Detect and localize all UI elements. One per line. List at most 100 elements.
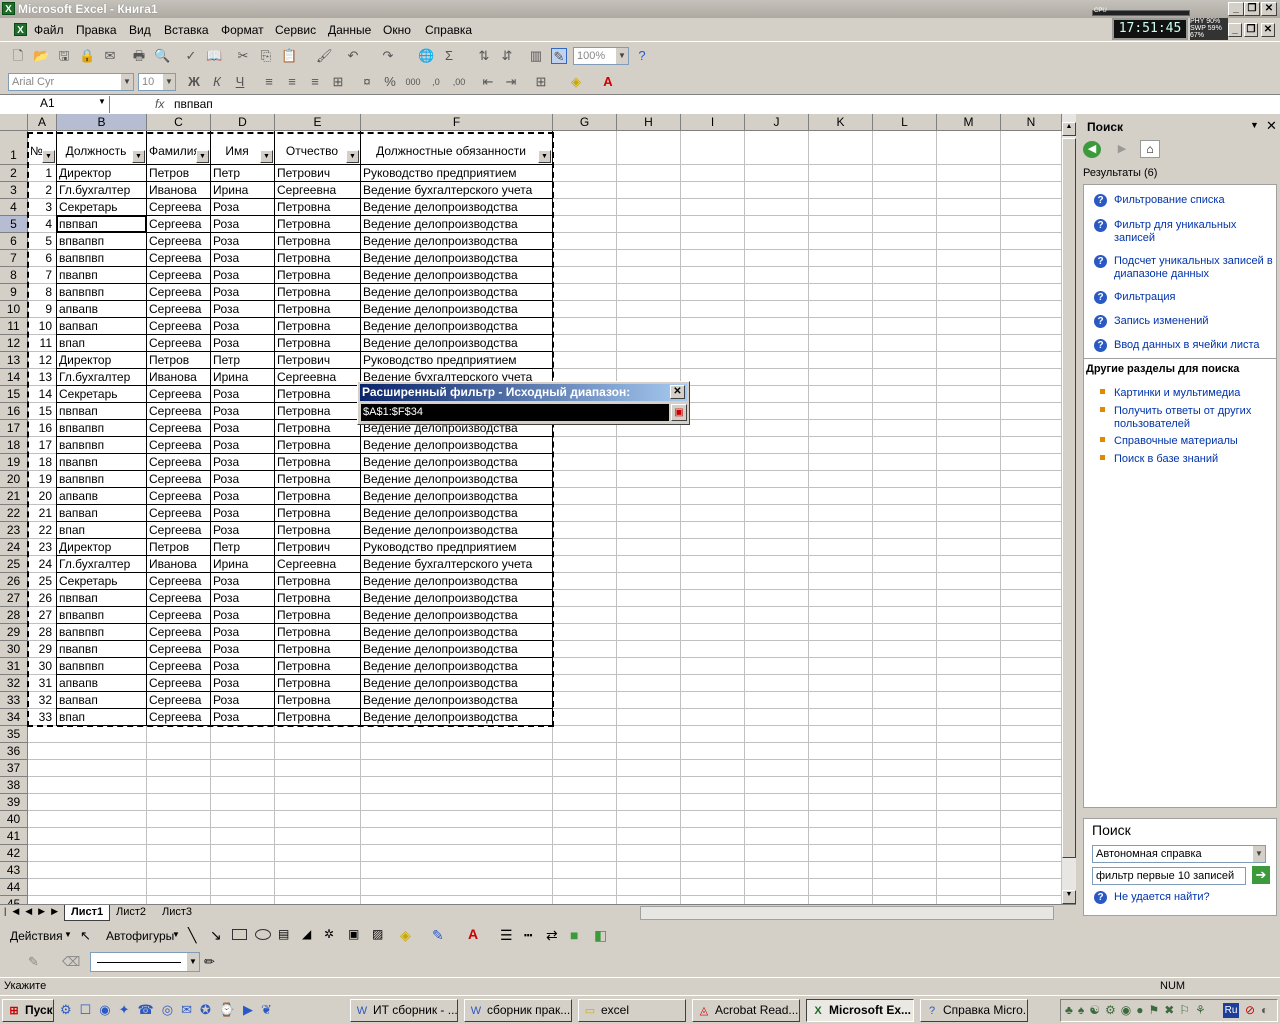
select-all-corner[interactable] (0, 114, 28, 131)
redo-icon[interactable]: ↷ (380, 48, 396, 64)
menu-format[interactable]: Формат (221, 23, 264, 37)
taskbar-item-3[interactable]: ▭ excel (578, 999, 686, 1022)
row-header[interactable]: 26 (0, 573, 28, 590)
row-header[interactable]: 28 (0, 607, 28, 624)
row-header[interactable]: 36 (0, 743, 28, 760)
3d-icon[interactable]: ◧ (594, 927, 607, 944)
underline-button[interactable]: Ч (232, 74, 248, 90)
start-button[interactable]: ⊞ Пуск (2, 999, 54, 1022)
pane-menu-icon[interactable]: ▼ (1250, 120, 1259, 130)
volume-icon[interactable]: ◐ (1261, 1003, 1268, 1017)
wordart-icon[interactable]: ◢ (302, 927, 311, 941)
percent-icon[interactable]: % (382, 74, 398, 90)
autosum-icon[interactable]: Σ (441, 48, 457, 64)
decrease-decimal-icon[interactable]: ,00 (451, 74, 467, 90)
row-header[interactable]: 37 (0, 760, 28, 777)
column-header[interactable]: J (745, 114, 809, 131)
row-header[interactable]: 32 (0, 675, 28, 692)
tray-icons[interactable]: ♣♠☯⚙◉●⚑✖⚐⚘ (1065, 1003, 1211, 1017)
open-icon[interactable]: 📂 (33, 48, 49, 64)
column-header[interactable]: C (147, 114, 211, 131)
pane-close-icon[interactable]: ✕ (1266, 118, 1277, 134)
decrease-indent-icon[interactable]: ⇤ (480, 74, 496, 90)
other-link-1[interactable]: Картинки и мультимедиа (1114, 387, 1274, 400)
row-header[interactable]: 1 (0, 131, 28, 165)
doc-close-button[interactable]: ✕ (1261, 23, 1275, 37)
result-link-2[interactable]: Фильтр для уникальных записей (1114, 219, 1274, 245)
antivirus-icon[interactable]: ⊘ (1245, 1003, 1255, 1017)
other-link-2[interactable]: Получить ответы от других пользователей (1114, 405, 1274, 431)
row-header[interactable]: 30 (0, 641, 28, 658)
eraser-icon[interactable]: ⌫ (62, 954, 80, 970)
print-icon[interactable]: 🖶 (131, 48, 147, 64)
other-link-4[interactable]: Поиск в базе знаний (1114, 453, 1274, 466)
borders-icon[interactable]: ⊞ (533, 74, 549, 90)
menu-window[interactable]: Окно (383, 23, 411, 37)
copy-icon[interactable]: ⎘ (258, 48, 274, 64)
sort-desc-icon[interactable]: ⇵ (499, 48, 515, 64)
result-link-5[interactable]: Запись изменений (1114, 315, 1274, 328)
name-box[interactable]: A1 ▼ (2, 96, 110, 113)
row-header[interactable]: 15 (0, 386, 28, 403)
taskbar-item-6[interactable]: ? Справка Micro... (920, 999, 1028, 1022)
column-header[interactable]: K (809, 114, 873, 131)
sheet-tab-1[interactable]: Лист1 (64, 905, 111, 921)
search-go-icon[interactable]: ➔ (1252, 866, 1270, 884)
increase-decimal-icon[interactable]: ,0 (428, 74, 444, 90)
arrow-icon[interactable]: ↘ (210, 927, 222, 944)
zoom-combo[interactable]: 100% ▼ (573, 47, 629, 65)
arrow-style-icon[interactable]: ⇄ (546, 927, 558, 944)
actions-menu[interactable]: Действия (10, 929, 63, 943)
line-weight-combo[interactable]: ▼ (90, 952, 200, 972)
row-header[interactable]: 43 (0, 862, 28, 879)
align-right-icon[interactable]: ≡ (307, 74, 323, 90)
row-header[interactable]: 39 (0, 794, 28, 811)
back-icon[interactable]: ◀ (1083, 141, 1101, 158)
taskbar-item-4[interactable]: ◬ Acrobat Read... (692, 999, 800, 1022)
print-preview-icon[interactable]: 🔍 (154, 48, 170, 64)
bold-button[interactable]: Ж (186, 74, 202, 90)
taskbar-item-1[interactable]: W ИТ сборник - ... (350, 999, 458, 1022)
workbook-icon[interactable]: X (14, 23, 27, 36)
column-header[interactable]: E (275, 114, 361, 131)
menu-data[interactable]: Данные (328, 23, 371, 37)
pen-color-icon[interactable]: ✏ (204, 954, 215, 970)
row-header[interactable]: 33 (0, 692, 28, 709)
quick-launch-icons[interactable]: ⚙☐◉✦☎◎✉✪⌚▶❦ (60, 1002, 280, 1018)
doc-restore-button[interactable]: ❐ (1244, 23, 1258, 37)
row-header[interactable]: 31 (0, 658, 28, 675)
permission-icon[interactable]: 🔒 (79, 48, 95, 64)
pen-icon[interactable]: ✎ (28, 954, 39, 970)
menu-view[interactable]: Вид (129, 23, 151, 37)
row-header[interactable]: 20 (0, 471, 28, 488)
scroll-thumb[interactable] (1062, 138, 1076, 858)
minimize-button[interactable]: _ (1228, 2, 1244, 16)
column-header[interactable]: N (1001, 114, 1062, 131)
menu-insert[interactable]: Вставка (164, 23, 209, 37)
column-header[interactable]: A (28, 114, 57, 131)
currency-icon[interactable]: ¤ (359, 74, 375, 90)
row-header[interactable]: 23 (0, 522, 28, 539)
font-size-combo[interactable]: 10 ▼ (138, 73, 176, 91)
taskbar-item-5-active[interactable]: X Microsoft Ex... (806, 999, 914, 1022)
row-header[interactable]: 4 (0, 199, 28, 216)
row-header[interactable]: 19 (0, 454, 28, 471)
row-header[interactable]: 25 (0, 556, 28, 573)
row-header[interactable]: 17 (0, 420, 28, 437)
shadow-icon[interactable]: ■ (570, 927, 578, 943)
menu-edit[interactable]: Правка (76, 23, 117, 37)
dialog-close-button[interactable]: ✕ (670, 385, 685, 399)
scroll-down-icon[interactable]: ▼ (1062, 890, 1076, 904)
row-header[interactable]: 7 (0, 250, 28, 267)
textbox-icon[interactable]: ▤ (278, 927, 289, 941)
increase-indent-icon[interactable]: ⇥ (503, 74, 519, 90)
hyperlink-icon[interactable]: 🌐 (418, 48, 434, 64)
column-header[interactable]: F (361, 114, 553, 131)
align-left-icon[interactable]: ≡ (261, 74, 277, 90)
merge-center-icon[interactable]: ⊞ (330, 74, 346, 90)
autoshapes-menu[interactable]: Автофигуры (106, 929, 174, 943)
oval-icon[interactable] (255, 929, 271, 940)
line-color-icon[interactable]: ✎ (432, 927, 444, 944)
other-link-3[interactable]: Справочные материалы (1114, 435, 1274, 448)
undo-icon[interactable]: ↶ (345, 48, 361, 64)
